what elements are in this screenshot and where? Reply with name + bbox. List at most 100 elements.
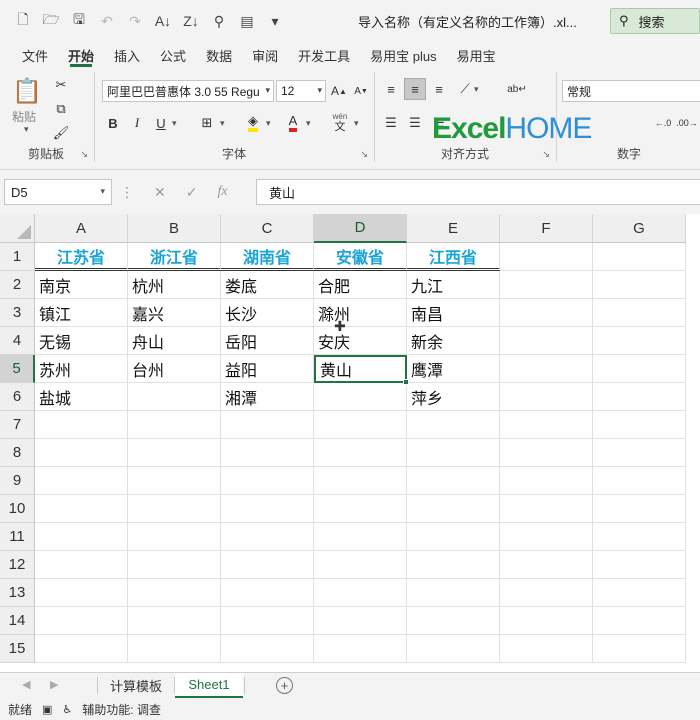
orientation-icon[interactable]: ⟋ xyxy=(454,78,476,100)
column-header-a[interactable]: A xyxy=(35,214,128,243)
accessibility-icon[interactable]: ♿ xyxy=(62,703,72,716)
tab-formulas[interactable]: 公式 xyxy=(150,42,196,68)
cell-g14[interactable] xyxy=(593,607,686,635)
format-painter-quick-icon[interactable]: ▤ xyxy=(236,10,258,32)
cell-e2[interactable]: 九江 xyxy=(407,271,500,299)
tab-home[interactable]: 开始 xyxy=(58,42,104,68)
font-color-icon[interactable]: A xyxy=(282,112,304,134)
row-header-9[interactable]: 9 xyxy=(0,467,35,495)
row-header-13[interactable]: 13 xyxy=(0,579,35,607)
column-header-g[interactable]: G xyxy=(593,214,686,243)
tab-insert[interactable]: 插入 xyxy=(104,42,150,68)
cell-c8[interactable] xyxy=(221,439,314,467)
cell-f6[interactable] xyxy=(500,383,593,411)
cell-c6[interactable]: 湘潭 xyxy=(221,383,314,411)
row-header-2[interactable]: 2 xyxy=(0,271,35,299)
font-dialog-launcher-icon[interactable]: ↘ xyxy=(360,149,368,160)
cell-b9[interactable] xyxy=(128,467,221,495)
tab-developer[interactable]: 开发工具 xyxy=(288,42,360,68)
cell-f8[interactable] xyxy=(500,439,593,467)
select-all-button[interactable] xyxy=(0,214,35,243)
copy-icon[interactable]: ⧉ xyxy=(50,98,72,120)
decrease-font-icon[interactable]: A ▼ xyxy=(350,80,372,102)
column-header-c[interactable]: C xyxy=(221,214,314,243)
prev-sheet-icon[interactable]: ◀ xyxy=(22,678,30,691)
cell-f15[interactable] xyxy=(500,635,593,663)
cell-g3[interactable] xyxy=(593,299,686,327)
row-header-7[interactable]: 7 xyxy=(0,411,35,439)
cell-d3[interactable]: 滁州 xyxy=(314,299,407,327)
decrease-decimal-icon[interactable]: .00→ xyxy=(676,112,698,134)
cell-g15[interactable] xyxy=(593,635,686,663)
font-size-select[interactable]: 12 ▾ xyxy=(276,80,326,102)
cell-b13[interactable] xyxy=(128,579,221,607)
cell-e15[interactable] xyxy=(407,635,500,663)
search-box[interactable]: ⚲ 搜索 xyxy=(610,8,700,34)
cell-c15[interactable] xyxy=(221,635,314,663)
cell-a10[interactable] xyxy=(35,495,128,523)
cell-g7[interactable] xyxy=(593,411,686,439)
cell-e12[interactable] xyxy=(407,551,500,579)
cell-b12[interactable] xyxy=(128,551,221,579)
find-icon[interactable]: ⚲ xyxy=(208,10,230,32)
cell-e3[interactable]: 南昌 xyxy=(407,299,500,327)
cell-a4[interactable]: 无锡 xyxy=(35,327,128,355)
cell-e6[interactable]: 萍乡 xyxy=(407,383,500,411)
cell-c4[interactable]: 岳阳 xyxy=(221,327,314,355)
header-cell-c1[interactable]: 湖南省 xyxy=(221,243,314,271)
header-cell-e1[interactable]: 江西省 xyxy=(407,243,500,271)
cell-b7[interactable] xyxy=(128,411,221,439)
row-header-5[interactable]: 5 xyxy=(0,355,35,383)
cell-g9[interactable] xyxy=(593,467,686,495)
cell-f7[interactable] xyxy=(500,411,593,439)
cell-a3[interactable]: 镇江 xyxy=(35,299,128,327)
enter-icon[interactable]: ✓ xyxy=(186,184,198,201)
sheet-tab-template[interactable]: 计算模板 xyxy=(99,673,173,698)
cell-e13[interactable] xyxy=(407,579,500,607)
cell-g11[interactable] xyxy=(593,523,686,551)
new-file-icon[interactable]: 🗋 xyxy=(12,10,34,32)
header-cell-a1[interactable]: 江苏省 xyxy=(35,243,128,271)
cell-g8[interactable] xyxy=(593,439,686,467)
align-middle-icon[interactable]: ≡ xyxy=(404,78,426,100)
cell-c5[interactable]: 益阳 xyxy=(221,355,314,383)
row-header-12[interactable]: 12 xyxy=(0,551,35,579)
chevron-down-icon[interactable]: ▾ xyxy=(266,118,271,129)
cell-e8[interactable] xyxy=(407,439,500,467)
cell-f14[interactable] xyxy=(500,607,593,635)
row-header-6[interactable]: 6 xyxy=(0,383,35,411)
cell-e11[interactable] xyxy=(407,523,500,551)
row-header-10[interactable]: 10 xyxy=(0,495,35,523)
cell-d13[interactable] xyxy=(314,579,407,607)
cell-g10[interactable] xyxy=(593,495,686,523)
alignment-dialog-launcher-icon[interactable]: ↘ xyxy=(542,149,550,160)
cell-g12[interactable] xyxy=(593,551,686,579)
wrap-text-icon[interactable]: ab↵ xyxy=(506,78,528,100)
tab-review[interactable]: 审阅 xyxy=(242,42,288,68)
cell-d15[interactable] xyxy=(314,635,407,663)
cell-d8[interactable] xyxy=(314,439,407,467)
insert-function-icon[interactable]: fx xyxy=(217,184,227,200)
cell-a15[interactable] xyxy=(35,635,128,663)
tab-easytool-plus[interactable]: 易用宝 plus xyxy=(360,42,446,68)
column-header-b[interactable]: B xyxy=(128,214,221,243)
cell-d2[interactable]: 合肥 xyxy=(314,271,407,299)
row-header-1[interactable]: 1 xyxy=(0,243,35,271)
phonetic-guide-icon[interactable]: wén 文 xyxy=(328,112,352,133)
cell-a14[interactable] xyxy=(35,607,128,635)
cell-b8[interactable] xyxy=(128,439,221,467)
cut-icon[interactable]: ✂ xyxy=(50,74,72,96)
tab-easytool[interactable]: 易用宝 xyxy=(447,42,506,68)
align-left-icon[interactable]: ☰ xyxy=(380,112,402,134)
worksheet-grid[interactable]: A B C D E F G 1 江苏省 浙江省 湖南省 安徽省 江西省 2 南京 杭州 娄底 合肥 九江 3 镇江 嘉兴长… xyxy=(0,214,700,672)
fill-color-icon[interactable]: ◈ xyxy=(242,112,264,134)
accessibility-status[interactable]: 辅助功能: 调查 xyxy=(82,701,161,718)
cancel-icon[interactable]: ✕ xyxy=(154,184,166,201)
cell-c3[interactable]: 长沙 xyxy=(221,299,314,327)
cell-a9[interactable] xyxy=(35,467,128,495)
undo-icon[interactable]: ↶ xyxy=(96,10,118,32)
cell-g1[interactable] xyxy=(593,243,686,271)
paste-icon[interactable]: 📋 xyxy=(12,74,42,108)
cell-d4[interactable]: 安庆 xyxy=(314,327,407,355)
cell-g2[interactable] xyxy=(593,271,686,299)
